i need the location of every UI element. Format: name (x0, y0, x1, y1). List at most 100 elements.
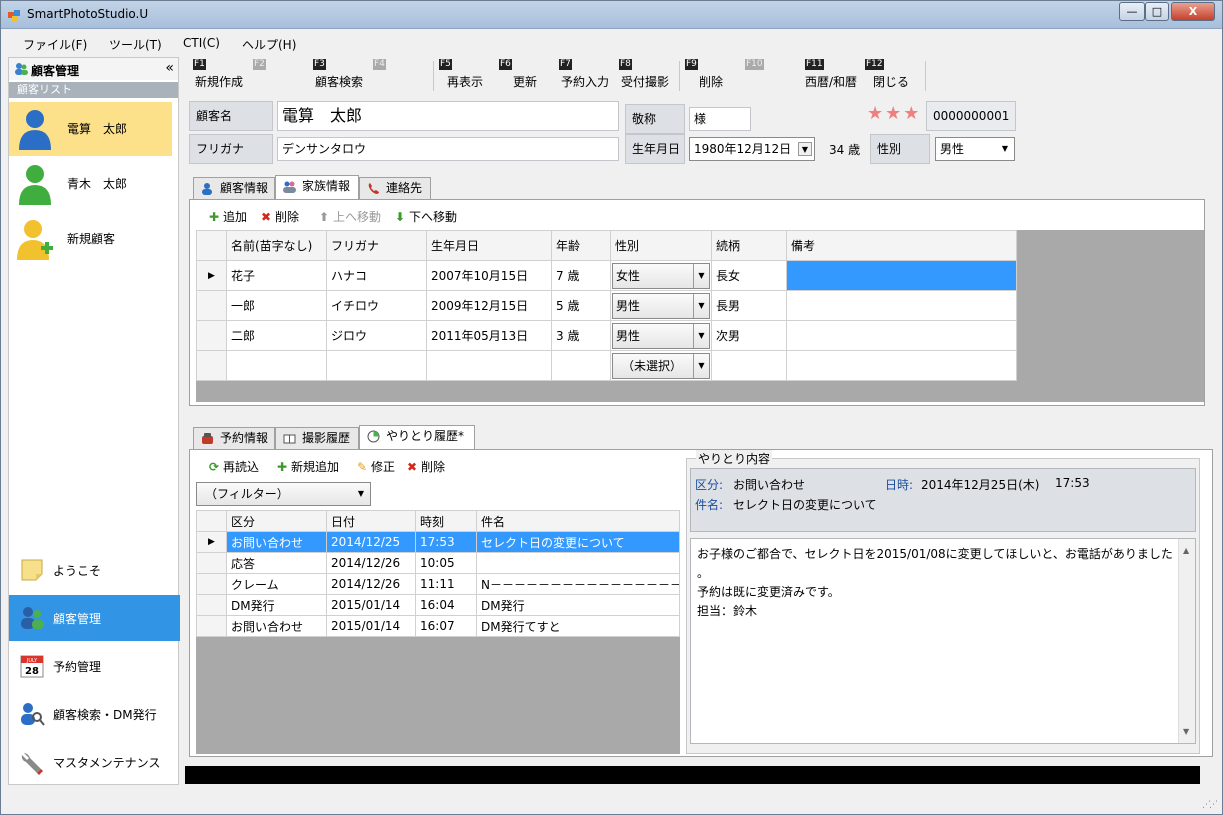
memo-scrollbar[interactable]: ▲ ▼ (1178, 539, 1195, 743)
family-note-cell[interactable] (786, 260, 1017, 291)
gender-dropdown[interactable]: 女性 ▼ (612, 262, 710, 289)
history-type-cell[interactable]: お問い合わせ (226, 531, 327, 553)
family-name-cell[interactable]: 二郎 (226, 320, 327, 351)
family-birth-cell[interactable]: 2009年12月15日 (426, 290, 552, 321)
gender-select[interactable]: 男性 ▼ (935, 137, 1015, 161)
close-button[interactable]: X (1171, 2, 1215, 21)
column-header[interactable]: 日付 (326, 510, 416, 532)
family-kana-cell[interactable]: ジロウ (326, 320, 427, 351)
move-up-button[interactable]: ⬆ 上へ移動 (318, 208, 381, 225)
memo-textarea[interactable]: お子様のご都合で、セレクト日を2015/01/08に変更してほしいと、お電話があ… (690, 538, 1196, 744)
family-birth-cell[interactable]: 2011年05月13日 (426, 320, 552, 351)
menu-file[interactable]: ファイル(F) (23, 36, 87, 53)
column-header[interactable]: 続柄 (711, 230, 787, 261)
column-header[interactable]: 年齢 (551, 230, 611, 261)
table-row[interactable]: ▶ お問い合わせ 2014/12/25 17:53 セレクト日の変更について (196, 531, 680, 553)
family-gender-cell[interactable]: 女性 ▼ (610, 260, 712, 291)
column-header[interactable]: 件名 (476, 510, 680, 532)
column-header[interactable]: 備考 (786, 230, 1017, 261)
family-relation-cell[interactable] (711, 350, 787, 381)
maximize-button[interactable]: □ (1145, 2, 1169, 21)
kana-field[interactable]: デンサンタロウ (277, 137, 619, 161)
minimize-button[interactable]: — (1119, 2, 1145, 21)
birth-date-picker[interactable]: 1980年12月12日 ▼ (689, 137, 815, 161)
nav-reservations[interactable]: JULY 28 予約管理 (9, 643, 180, 689)
table-row[interactable]: DM発行 2015/01/14 16:04 DM発行 (196, 594, 680, 616)
table-row[interactable]: 一郎 イチロウ 2009年12月15日 5 歳 男性 ▼ 長男 (196, 290, 1017, 321)
family-name-cell[interactable]: 花子 (226, 260, 327, 291)
delete-button[interactable]: ✖ 削除 (260, 208, 299, 225)
new-customer-item[interactable]: 新規顧客 (9, 212, 172, 266)
history-type-cell[interactable]: DM発行 (226, 594, 327, 616)
history-date-cell[interactable]: 2014/12/26 (326, 573, 416, 595)
scroll-down-icon[interactable]: ▼ (1183, 722, 1189, 741)
family-note-cell[interactable] (786, 320, 1017, 351)
table-row[interactable]: ▶ 花子 ハナコ 2007年10月15日 7 歳 女性 ▼ 長女 (196, 260, 1017, 291)
tab-contact[interactable]: 連絡先 (359, 177, 431, 199)
history-subject-cell[interactable]: N－－－－－－－－－－－－－－－－－－… (476, 573, 680, 595)
nav-customer-management[interactable]: 顧客管理 (9, 595, 180, 641)
history-date-cell[interactable]: 2015/01/14 (326, 594, 416, 616)
menu-tools[interactable]: ツール(T) (109, 36, 162, 53)
column-header[interactable]: 名前(苗字なし) (226, 230, 327, 261)
family-gender-cell[interactable]: （未選択） ▼ (610, 350, 712, 381)
menu-cti[interactable]: CTI(C) (183, 36, 220, 50)
tab-reservation-info[interactable]: 予約情報 (193, 427, 275, 449)
tab-photo-history[interactable]: 撮影履歴 (275, 427, 359, 449)
menu-help[interactable]: ヘルプ(H) (242, 36, 296, 53)
reload-button[interactable]: ⟳ 再読込 (208, 458, 259, 475)
tab-communication-history[interactable]: やりとり履歴* (359, 425, 475, 449)
history-date-cell[interactable]: 2014/12/25 (326, 531, 416, 553)
table-row[interactable]: クレーム 2014/12/26 11:11 N－－－－－－－－－－－－－－－－－… (196, 573, 680, 595)
history-time-cell[interactable]: 17:53 (415, 531, 477, 553)
family-name-cell[interactable] (226, 350, 327, 381)
history-time-cell[interactable]: 16:07 (415, 615, 477, 637)
history-type-cell[interactable]: お問い合わせ (226, 615, 327, 637)
gender-dropdown[interactable]: 男性 ▼ (612, 292, 710, 319)
family-name-cell[interactable]: 一郎 (226, 290, 327, 321)
history-subject-cell[interactable]: DM発行 (476, 594, 680, 616)
table-row[interactable]: （未選択） ▼ (196, 350, 1017, 381)
family-birth-cell[interactable]: 2007年10月15日 (426, 260, 552, 291)
history-subject-cell[interactable]: セレクト日の変更について (476, 531, 680, 553)
gender-dropdown[interactable]: 男性 ▼ (612, 322, 710, 349)
delete-entry-button[interactable]: ✖ 削除 (406, 458, 445, 475)
nav-welcome[interactable]: ようこそ (9, 547, 180, 593)
customer-item[interactable]: 青木 太郎 (9, 157, 172, 211)
add-button[interactable]: ✚ 追加 (208, 208, 247, 225)
family-gender-cell[interactable]: 男性 ▼ (610, 320, 712, 351)
history-date-cell[interactable]: 2014/12/26 (326, 552, 416, 574)
column-header[interactable]: フリガナ (326, 230, 427, 261)
honorific-field[interactable]: 様 (689, 107, 751, 131)
move-down-button[interactable]: ⬇ 下へ移動 (394, 208, 457, 225)
history-time-cell[interactable]: 16:04 (415, 594, 477, 616)
table-row[interactable]: 応答 2014/12/26 10:05 (196, 552, 680, 574)
name-field[interactable]: 電算 太郎 (277, 101, 619, 131)
table-row[interactable]: 二郎 ジロウ 2011年05月13日 3 歳 男性 ▼ 次男 (196, 320, 1017, 351)
nav-master-maintenance[interactable]: マスタメンテナンス (9, 739, 180, 785)
family-kana-cell[interactable] (326, 350, 427, 381)
tab-customer-info[interactable]: 顧客情報 (193, 177, 275, 199)
history-date-cell[interactable]: 2015/01/14 (326, 615, 416, 637)
history-time-cell[interactable]: 10:05 (415, 552, 477, 574)
family-relation-cell[interactable]: 長女 (711, 260, 787, 291)
family-note-cell[interactable] (786, 290, 1017, 321)
family-note-cell[interactable] (786, 350, 1017, 381)
history-subject-cell[interactable] (476, 552, 680, 574)
family-relation-cell[interactable]: 長男 (711, 290, 787, 321)
history-type-cell[interactable]: 応答 (226, 552, 327, 574)
family-birth-cell[interactable] (426, 350, 552, 381)
new-entry-button[interactable]: ✚ 新規追加 (276, 458, 339, 475)
column-header[interactable]: 区分 (226, 510, 327, 532)
gender-dropdown[interactable]: （未選択） ▼ (612, 352, 710, 379)
edit-button[interactable]: ✎ 修正 (356, 458, 395, 475)
column-header[interactable]: 性別 (610, 230, 712, 261)
history-time-cell[interactable]: 11:11 (415, 573, 477, 595)
family-gender-cell[interactable]: 男性 ▼ (610, 290, 712, 321)
scroll-up-icon[interactable]: ▲ (1183, 541, 1189, 560)
family-kana-cell[interactable]: イチロウ (326, 290, 427, 321)
family-relation-cell[interactable]: 次男 (711, 320, 787, 351)
nav-customer-search[interactable]: 顧客検索・DM発行 (9, 691, 180, 737)
tab-family-info[interactable]: 家族情報 (275, 175, 359, 199)
family-kana-cell[interactable]: ハナコ (326, 260, 427, 291)
